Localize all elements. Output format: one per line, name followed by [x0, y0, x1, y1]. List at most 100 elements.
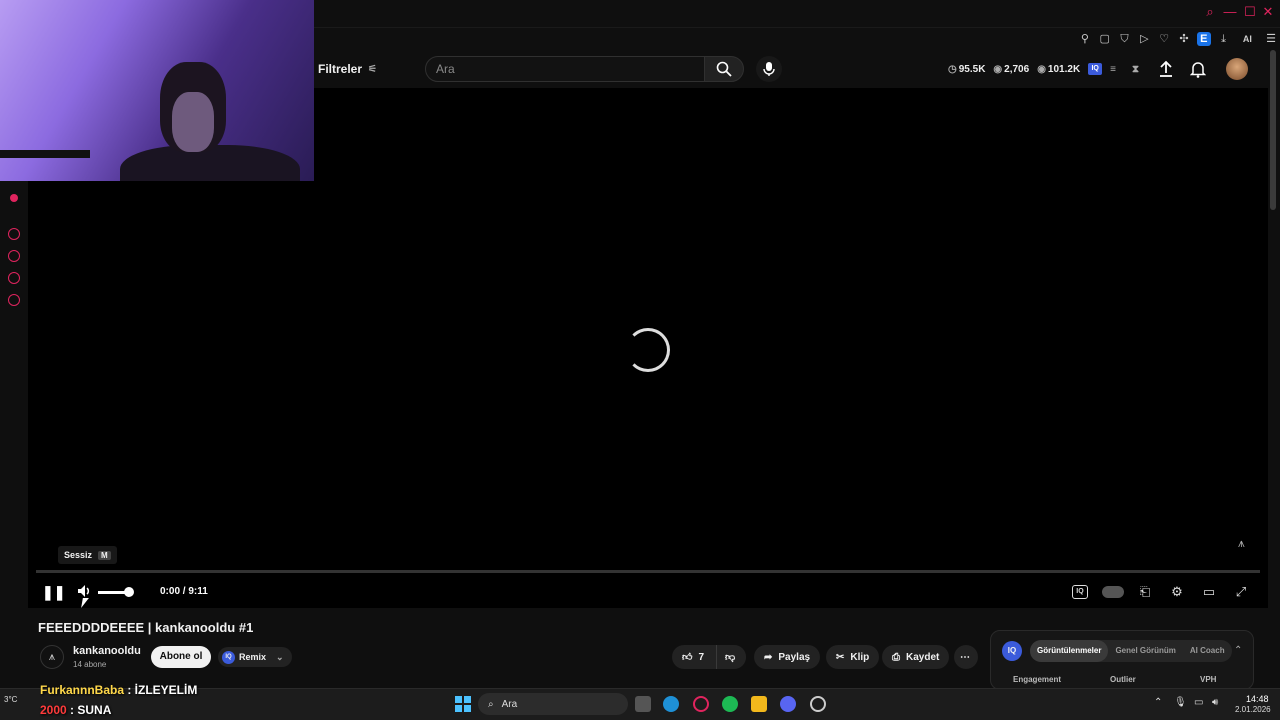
player-controls: ❚❚ 0:00 / 9:11 IQ ⎗ ⚙ ▭ ⤢: [36, 580, 1260, 604]
download-icon[interactable]: ⤓: [1217, 32, 1231, 46]
dislike-button[interactable]: 👎︎: [716, 645, 746, 669]
save-button[interactable]: ⎙ Kaydet: [882, 645, 950, 669]
file-explorer-icon[interactable]: [751, 696, 767, 712]
spotify-icon[interactable]: [722, 696, 738, 712]
chat-text: : SUNA: [66, 703, 112, 717]
close-icon[interactable]: ✕: [1260, 4, 1276, 20]
tooltip-label: Sessiz: [64, 550, 93, 560]
microphone-tray-icon[interactable]: 🎙︎: [1174, 697, 1187, 708]
fullscreen-icon[interactable]: ⤢: [1232, 583, 1250, 601]
notifications-button[interactable]: [1189, 60, 1207, 83]
iq-extension-icon[interactable]: IQ: [1088, 63, 1103, 75]
opera-browser-icon[interactable]: [693, 696, 709, 712]
playlist-icon[interactable]: [8, 272, 20, 284]
stat-views: ◷ 95.5K: [948, 63, 986, 75]
minimize-icon[interactable]: —: [1222, 4, 1238, 20]
tab-ai-coach[interactable]: AI Coach: [1183, 640, 1232, 662]
iq-column-outlier: Outlier: [1110, 675, 1136, 684]
chevron-down-icon: ⌄: [276, 651, 284, 662]
sliders-icon: ⚟: [368, 63, 377, 75]
settings-gear-icon[interactable]: ⚙: [1168, 583, 1186, 601]
list-icon[interactable]: ≡: [1110, 64, 1116, 75]
scissors-icon: ✂: [836, 651, 845, 663]
tab-overview[interactable]: Genel Görünüm: [1108, 640, 1182, 662]
clock-icon: ◷: [948, 63, 957, 75]
speaker-icon: [78, 585, 90, 597]
ai-button[interactable]: AI: [1237, 32, 1259, 46]
loading-spinner-icon: [626, 328, 670, 372]
history-icon[interactable]: [8, 250, 20, 262]
webcam-overlay: [0, 0, 314, 181]
iq-player-icon[interactable]: IQ: [1072, 585, 1088, 599]
time-display: 0:00 / 9:11: [160, 586, 208, 597]
maximize-icon[interactable]: ☐: [1242, 4, 1258, 20]
taskbar-search-input[interactable]: ⌕ Ara: [478, 693, 628, 715]
edge-browser-icon[interactable]: [663, 696, 679, 712]
filters-button[interactable]: Filtreler ⚟: [318, 60, 377, 78]
taskbar-clock-date[interactable]: 2.01.2026: [1235, 705, 1271, 714]
voice-search-button[interactable]: [756, 56, 782, 82]
share-button[interactable]: ➦ Paylaş: [754, 645, 821, 669]
iq-icon: IQ: [222, 650, 235, 664]
eye-icon: ◉: [1037, 63, 1046, 75]
tab-views[interactable]: Görüntülenmeler: [1030, 640, 1109, 662]
channel-name[interactable]: kankanooldu: [73, 645, 141, 657]
progress-bar[interactable]: [36, 570, 1260, 573]
more-actions-button[interactable]: ⋯: [954, 645, 978, 669]
network-icon[interactable]: ▭: [1194, 697, 1203, 708]
heart-icon[interactable]: ♡: [1157, 32, 1171, 46]
screen-icon[interactable]: ▢: [1098, 32, 1112, 46]
chat-message: 2000 : SUNA: [40, 703, 111, 717]
webcam-person-face: [172, 92, 214, 152]
clip-label: Klip: [850, 651, 870, 663]
play-icon[interactable]: ▷: [1137, 32, 1151, 46]
taskbar-search-label: Ara: [501, 698, 518, 710]
chat-username: FurkannnBaba: [40, 683, 125, 697]
clip-button[interactable]: ✂ Klip: [826, 645, 880, 669]
volume-slider-handle[interactable]: [124, 587, 134, 597]
remix-button[interactable]: IQ Remix ⌄: [218, 647, 292, 667]
task-view-icon[interactable]: [635, 696, 651, 712]
iq-logo: IQ: [1002, 641, 1022, 661]
puzzle-icon[interactable]: ✣: [1177, 32, 1191, 46]
user-avatar[interactable]: [1226, 58, 1248, 80]
eye-icon: ◉: [993, 63, 1003, 75]
channel-avatar[interactable]: ⩚: [40, 645, 64, 669]
shield-icon[interactable]: ⛉: [1118, 32, 1132, 46]
windows-start-icon[interactable]: [455, 696, 471, 712]
discord-icon[interactable]: [780, 696, 796, 712]
share-icon: ➦: [764, 651, 773, 663]
bell-icon: [1189, 62, 1207, 78]
weather-temperature[interactable]: 3°C: [4, 695, 17, 704]
steam-icon[interactable]: [810, 696, 826, 712]
microphone-icon: [763, 62, 775, 76]
search-button[interactable]: [704, 56, 744, 82]
upload-button[interactable]: [1158, 60, 1174, 83]
subscribe-button[interactable]: Abone ol: [151, 646, 211, 668]
menu-icon[interactable]: ☰: [1264, 32, 1278, 46]
search-icon[interactable]: ⌕: [1202, 4, 1218, 20]
autoplay-toggle[interactable]: [1102, 586, 1124, 598]
chevron-up-icon[interactable]: ⌃: [1234, 645, 1242, 656]
subtitles-icon[interactable]: ⎗: [1136, 583, 1154, 601]
page-scrollbar[interactable]: [1270, 50, 1276, 210]
mute-tooltip: Sessiz M: [58, 546, 117, 564]
extension-bar: ⚲ ▢ ⛉ ▷ ♡ ✣ E ⤓ AI ☰: [1078, 30, 1278, 48]
extension-e-icon[interactable]: E: [1196, 32, 1211, 46]
channel-watermark-icon[interactable]: ⩚: [1238, 536, 1254, 552]
hourglass-icon[interactable]: ⧗: [1132, 64, 1139, 75]
pin-icon[interactable]: ⚲: [1078, 32, 1092, 46]
filters-label: Filtreler: [318, 62, 363, 76]
add-circle-icon[interactable]: [8, 228, 20, 240]
chat-username: 2000: [40, 703, 67, 717]
volume-tray-icon[interactable]: 🔊︎: [1212, 697, 1218, 708]
chat-text: : İZLEYELİM: [124, 683, 198, 697]
settings-icon[interactable]: [8, 294, 20, 306]
taskbar-clock-time[interactable]: 14:48: [1246, 694, 1269, 704]
thumbs-up-icon: 👍︎: [682, 652, 693, 663]
search-input[interactable]: Ara: [425, 56, 705, 82]
search-icon: [716, 61, 732, 77]
tray-chevron-up-icon[interactable]: ⌃: [1154, 697, 1162, 708]
theater-mode-icon[interactable]: ▭: [1200, 583, 1218, 601]
pause-button[interactable]: ❚❚: [42, 584, 65, 601]
